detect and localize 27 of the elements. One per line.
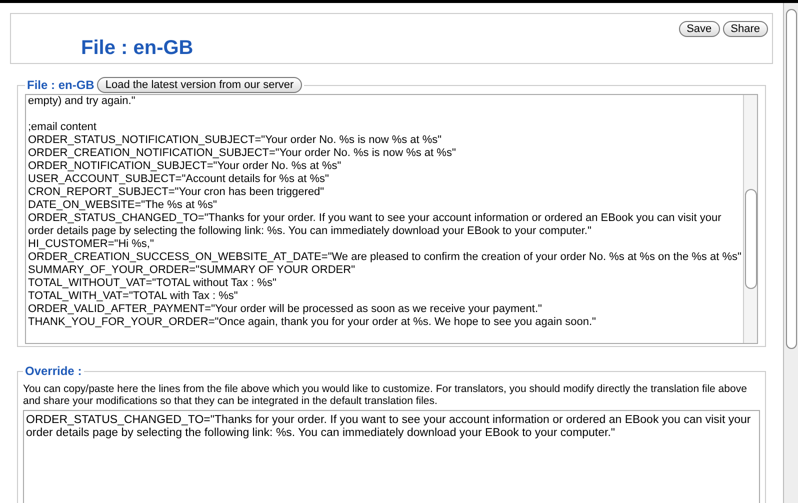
code-line: DATE_ON_WEBSITE="The %s at %s" (28, 199, 218, 212)
share-button[interactable]: Share (722, 21, 768, 37)
code-line: CRON_REPORT_SUBJECT="Your cron has been triggered" (28, 186, 326, 199)
section-legend: Override : (25, 364, 82, 378)
code-line: ORDER_STATUS_CHANGED_TO="Thanks for your order. If you want to see your account information or ordered an EBook you can visit your order details page by selecting the following link: %s. You can immediately download your EBook to your computer." (26, 414, 752, 440)
code-line: TOTAL_WITHOUT_VAT="TOTAL without Tax : %s" (28, 277, 278, 290)
code-line: ORDER_VALID_AFTER_PAYMENT="Your order will be processed as soon as we receive your payment." (28, 303, 543, 316)
override-textarea[interactable] (23, 410, 760, 503)
scrollbar[interactable] (743, 95, 757, 343)
code-line: USER_ACCOUNT_SUBJECT="Account details for %s at %s" (28, 173, 330, 186)
code-line: HI_CUSTOMER="Hi %s," (28, 238, 155, 251)
code-line: TOTAL_WITH_VAT="TOTAL with Tax : %s" (28, 290, 239, 303)
save-button[interactable]: Save (678, 21, 720, 37)
code-line: ORDER_STATUS_NOTIFICATION_SUBJECT="Your order No. %s is now %s at %s" (28, 134, 443, 147)
code-line: ORDER_CREATION_SUCCESS_ON_WEBSITE_AT_DATE="We are pleased to confirm the creation of your order No. %s at %s on the %s at %s" (28, 251, 742, 264)
page-title: File : en-GB (81, 36, 194, 61)
load-button[interactable]: Load the latest version from our server (97, 77, 302, 93)
code-line: SUMMARY_OF_YOUR_ORDER="SUMMARY OF YOUR ORDER" (28, 264, 356, 277)
code-line: ;email content (28, 121, 98, 134)
code-line: ORDER_STATUS_CHANGED_TO="Thanks for your order. If you want to see your account information or ordered an EBook you can visit your order details page by selecting the following link: %s. You can immediately download your EBook to your computer." (28, 212, 722, 238)
page-scrollbar[interactable] (783, 3, 798, 503)
code-line: empty) and try again." (28, 95, 136, 108)
code-line: ORDER_NOTIFICATION_SUBJECT="Your order No. %s at %s" (28, 160, 342, 173)
section-legend: File : en-GB (27, 76, 94, 94)
override-description: You can copy/paste here the lines from the file above which you would like to customize. For translators, you should modify directly the translation file above and share your modifications so that they can be integrated in the default translation files. (23, 383, 748, 407)
code-line: THANK_YOU_FOR_YOUR_ORDER="Once again, thank you for your order at %s. We hope to see you again soon." (28, 316, 597, 329)
code-line: ORDER_CREATION_NOTIFICATION_SUBJECT="Your order No. %s is now %s at %s" (28, 147, 457, 160)
